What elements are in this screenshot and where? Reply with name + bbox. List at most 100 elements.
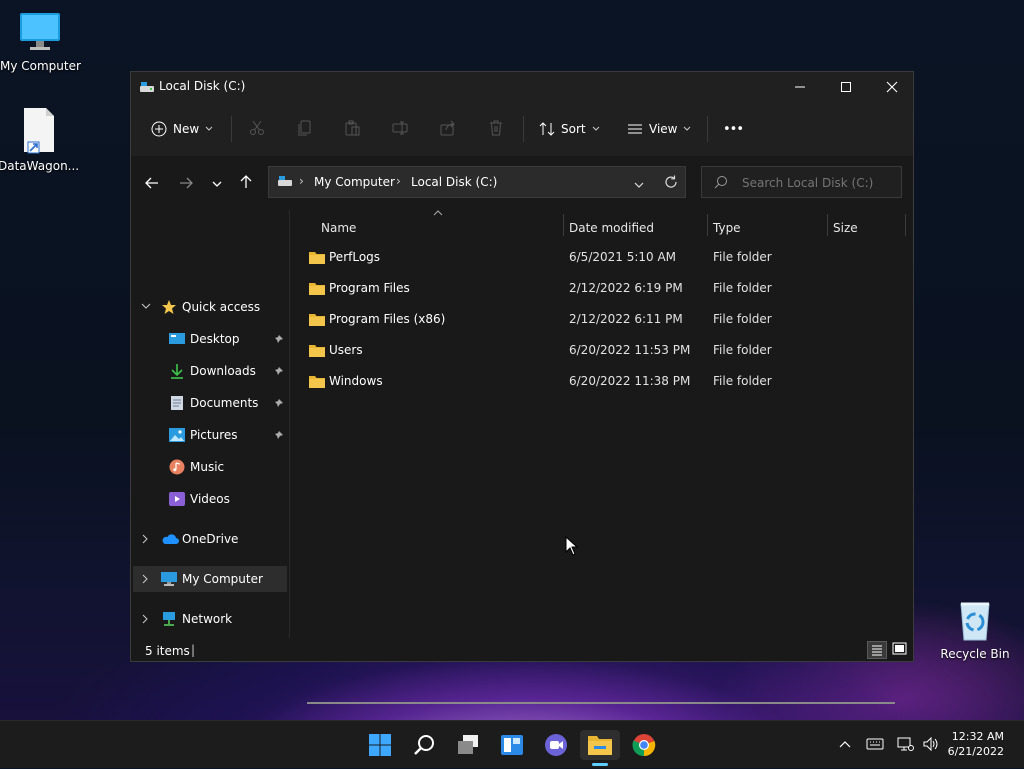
more-options-icon: •••	[723, 121, 744, 137]
horizontal-scrollbar[interactable]	[307, 702, 895, 704]
chevron-up-icon[interactable]	[838, 738, 852, 752]
start-button[interactable]	[360, 730, 400, 760]
sidebar-label: My Computer	[182, 572, 263, 586]
widgets-button[interactable]	[492, 730, 532, 760]
pin-icon[interactable]	[274, 398, 284, 408]
cut-icon[interactable]	[249, 120, 265, 139]
sidebar-item-videos[interactable]: Videos	[131, 486, 287, 512]
network-status-icon[interactable]	[896, 736, 914, 755]
desktop-icon-my-computer[interactable]: My Computer	[0, 10, 81, 73]
column-header-label: Size	[833, 221, 858, 235]
sidebar-item-desktop[interactable]: Desktop	[131, 326, 287, 352]
sidebar-item-documents[interactable]: Documents	[131, 390, 287, 416]
pin-icon[interactable]	[274, 430, 284, 440]
sidebar-label: OneDrive	[182, 532, 239, 546]
folder-icon	[309, 252, 325, 264]
pin-icon[interactable]	[274, 334, 284, 344]
pin-icon[interactable]	[274, 366, 284, 376]
sidebar-item-quick-access[interactable]: Quick access	[131, 294, 287, 320]
sidebar-item-network[interactable]: Network	[131, 606, 287, 632]
breadcrumb-my-computer[interactable]: My Computer	[314, 175, 395, 189]
network-icon	[163, 612, 175, 626]
chat-button[interactable]	[536, 730, 576, 760]
task-view-button[interactable]	[448, 730, 488, 760]
column-header-size[interactable]: Size	[833, 216, 903, 240]
share-icon[interactable]	[440, 120, 456, 139]
file-date: 6/20/2022 11:38 PM	[569, 374, 691, 388]
forward-arrow-icon[interactable]	[179, 176, 193, 193]
task-view-icon	[458, 735, 478, 754]
close-button[interactable]	[869, 72, 915, 102]
sidebar-label: Network	[182, 612, 233, 626]
paste-icon[interactable]	[344, 120, 360, 139]
breadcrumb-local-disk[interactable]: Local Disk (C:)	[411, 175, 497, 189]
back-arrow-icon[interactable]	[145, 176, 159, 193]
large-icons-view-icon[interactable]	[891, 641, 909, 659]
sidebar-label: Desktop	[190, 332, 240, 346]
details-view-icon[interactable]	[867, 641, 887, 659]
table-row[interactable]: Windows 6/20/2022 11:38 PM File folder	[291, 366, 901, 397]
table-row[interactable]: Program Files (x86) 2/12/2022 6:11 PM Fi…	[291, 304, 901, 335]
mouse-cursor-icon	[565, 536, 579, 556]
search-box[interactable]	[701, 166, 902, 198]
column-divider[interactable]	[827, 214, 828, 236]
column-header-type[interactable]: Type	[713, 216, 823, 240]
address-bar[interactable]: › My Computer › Local Disk (C:)	[268, 166, 686, 198]
file-name: Users	[329, 343, 363, 357]
file-date: 6/5/2021 5:10 AM	[569, 250, 677, 264]
table-row[interactable]: Program Files 2/12/2022 6:19 PM File fol…	[291, 273, 901, 304]
folder-icon	[309, 314, 325, 326]
new-button[interactable]: New	[151, 114, 213, 144]
recent-locations-icon[interactable]	[211, 178, 223, 192]
taskbar: 12:32 AM 6/21/2022	[0, 720, 1024, 768]
sidebar-item-music[interactable]: Music	[131, 454, 287, 480]
up-arrow-icon[interactable]	[239, 175, 253, 192]
column-divider[interactable]	[707, 214, 708, 236]
search-input[interactable]	[740, 173, 899, 193]
chrome-icon	[632, 734, 656, 757]
column-header-date[interactable]: Date modified	[569, 216, 709, 240]
table-row[interactable]: Users 6/20/2022 11:53 PM File folder	[291, 335, 901, 366]
file-explorer-taskbar-button[interactable]	[580, 730, 620, 766]
volume-icon[interactable]	[922, 736, 940, 755]
refresh-icon[interactable]	[664, 175, 678, 192]
taskbar-search-button[interactable]	[404, 730, 444, 760]
sidebar-item-my-computer[interactable]: My Computer	[133, 566, 287, 592]
chrome-taskbar-button[interactable]	[624, 730, 664, 760]
music-icon	[169, 459, 185, 475]
keyboard-icon[interactable]	[866, 738, 884, 753]
sidebar-label: Quick access	[182, 300, 261, 314]
maximize-button[interactable]	[823, 72, 869, 102]
desktop-icon-label: Recycle Bin	[940, 647, 1010, 661]
desktop-icon-label: DataWagon...	[0, 159, 80, 173]
rename-icon[interactable]	[392, 120, 410, 139]
toolbar-separator	[707, 116, 708, 142]
desktop-icon-datawagon[interactable]: DataWagon...	[0, 106, 80, 173]
column-divider[interactable]	[905, 214, 906, 236]
start-icon	[369, 734, 391, 756]
title-bar[interactable]: Local Disk (C:)	[131, 72, 913, 102]
pictures-icon	[169, 428, 185, 442]
delete-icon[interactable]	[488, 120, 504, 139]
chevron-down-icon	[141, 303, 151, 309]
file-type: File folder	[713, 374, 772, 388]
sort-button[interactable]: Sort	[539, 114, 600, 144]
more-options-button[interactable]: •••	[723, 114, 744, 144]
address-dropdown-icon[interactable]	[633, 178, 645, 192]
taskbar-clock[interactable]: 12:32 AM 6/21/2022	[948, 729, 1004, 759]
sidebar-item-downloads[interactable]: Downloads	[131, 358, 287, 384]
table-row[interactable]: PerfLogs 6/5/2021 5:10 AM File folder	[291, 242, 901, 273]
column-divider[interactable]	[563, 214, 564, 236]
copy-icon[interactable]	[297, 120, 313, 139]
chevron-right-icon	[142, 614, 148, 624]
breadcrumb-separator: ›	[299, 174, 304, 188]
sidebar-item-onedrive[interactable]: OneDrive	[131, 526, 287, 552]
column-header-name[interactable]: Name	[321, 216, 561, 240]
status-bar: 5 items |	[131, 638, 913, 662]
desktop-icon-recycle-bin[interactable]: Recycle Bin	[935, 598, 1015, 661]
sidebar-label: Music	[190, 460, 225, 474]
sidebar-item-pictures[interactable]: Pictures	[131, 422, 287, 448]
chevron-right-icon	[142, 534, 148, 544]
minimize-button[interactable]	[777, 72, 823, 102]
view-button[interactable]: View	[627, 114, 691, 144]
